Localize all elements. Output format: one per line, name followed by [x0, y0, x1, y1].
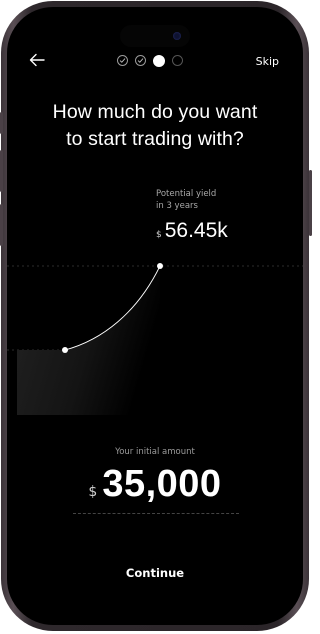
dynamic-island: [120, 25, 190, 47]
step-indicator-done: [117, 55, 128, 66]
page-title-line-1: How much do you want: [52, 101, 258, 123]
page-title: How much do you want to start trading wi…: [7, 99, 303, 153]
front-camera: [173, 32, 181, 40]
yield-caption-line-1: Potential yield: [156, 189, 217, 199]
back-button[interactable]: [29, 53, 49, 71]
volume-down-button: [0, 204, 3, 246]
step-indicator-done: [135, 55, 146, 66]
check-icon: [119, 58, 126, 63]
volume-up-button: [0, 150, 3, 192]
page-title-line-2: to start trading with?: [66, 128, 244, 150]
progress-steps: [117, 54, 183, 67]
initial-amount-value: 35,000: [102, 463, 222, 505]
power-button: [309, 170, 312, 236]
yield-caption-line-2: in 3 years: [156, 201, 198, 211]
start-value-point: [62, 347, 68, 353]
action-button: [0, 112, 3, 134]
yield-currency: $: [156, 230, 162, 240]
screen: Skip How much do you want to start tradi…: [7, 7, 303, 625]
step-indicator-todo: [172, 55, 183, 66]
continue-button[interactable]: Continue: [7, 566, 303, 580]
amount-underline: [73, 513, 239, 514]
yield-value: $ 56.45k: [156, 219, 228, 243]
step-indicator-current: [153, 54, 165, 67]
arrow-left-icon: [29, 53, 45, 67]
initial-amount-input[interactable]: $ 35,000: [7, 463, 303, 506]
skip-button[interactable]: Skip: [256, 55, 279, 69]
yield-caption: Potential yield in 3 years: [156, 188, 216, 212]
growth-area: [17, 266, 160, 415]
end-value-point: [157, 263, 163, 269]
phone-device: Skip How much do you want to start tradi…: [0, 0, 312, 634]
growth-chart: [7, 263, 303, 415]
initial-amount-currency: $: [88, 484, 98, 500]
initial-amount-caption: Your initial amount: [115, 447, 195, 457]
yield-amount: 56.45k: [164, 219, 228, 242]
check-icon: [137, 58, 144, 63]
